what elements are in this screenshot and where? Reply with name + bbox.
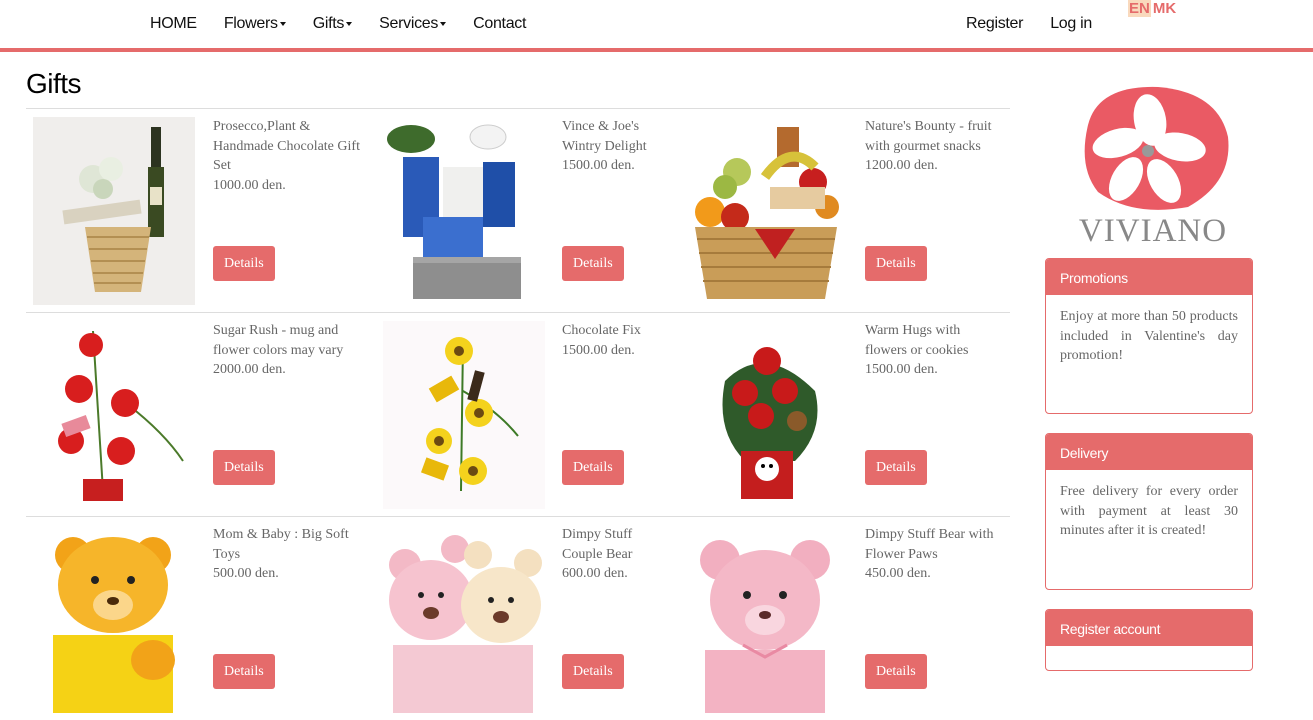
product-price: 500.00 den.: [213, 566, 279, 581]
details-button[interactable]: Details: [562, 654, 624, 689]
nav-flowers-dropdown[interactable]: Flowers: [224, 15, 286, 33]
product-row: Mom & Baby : Big Soft Toys 500.00 den. D…: [26, 517, 1010, 720]
product-price: 1200.00 den.: [865, 158, 938, 173]
register-account-title[interactable]: Register account: [1046, 610, 1252, 646]
product-row: Sugar Rush - mug and flower colors may v…: [26, 313, 1010, 517]
product-info: Warm Hugs with flowers or cookies 1500.0…: [865, 321, 1005, 380]
product-card: Dimpy Stuff Couple Bear 600.00 den. Deta…: [376, 517, 678, 720]
nav-services-label: Services: [379, 15, 439, 32]
product-price: 1000.00 den.: [213, 177, 286, 193]
product-image-chocolate-fix[interactable]: [383, 321, 545, 509]
product-image-dimpy-bear-flower-paws[interactable]: [685, 525, 847, 713]
product-name[interactable]: Vince & Joe's Wintry Delight: [562, 117, 672, 156]
product-price: 1500.00 den.: [562, 342, 635, 358]
product-card: Sugar Rush - mug and flower colors may v…: [26, 313, 376, 516]
main-nav: HOME Flowers Gifts Services Contact: [150, 0, 553, 48]
details-button[interactable]: Details: [865, 246, 927, 281]
product-name[interactable]: Nature's Bounty - fruit with gourmet sna…: [865, 117, 1005, 156]
product-info: Dimpy Stuff Couple Bear 600.00 den.: [562, 525, 672, 584]
product-info: Prosecco,Plant & Handmade Chocolate Gift…: [213, 117, 371, 195]
page-title: Gifts: [26, 68, 82, 99]
product-info: Chocolate Fix 1500.00 den.: [562, 321, 672, 360]
caret-down-icon: [279, 21, 286, 26]
nav-services-dropdown[interactable]: Services: [379, 15, 447, 33]
details-button[interactable]: Details: [562, 450, 624, 485]
language-switcher: EN MK: [1128, 0, 1176, 17]
caret-down-icon: [440, 21, 447, 26]
product-name[interactable]: Sugar Rush - mug and flower colors may v…: [213, 321, 371, 360]
product-card: Warm Hugs with flowers or cookies 1500.0…: [678, 313, 1010, 516]
product-name[interactable]: Prosecco,Plant & Handmade Chocolate Gift…: [213, 117, 371, 176]
product-info: Vince & Joe's Wintry Delight 1500.00 den…: [562, 117, 672, 176]
product-row: Prosecco,Plant & Handmade Chocolate Gift…: [26, 109, 1010, 313]
nav-gifts-dropdown[interactable]: Gifts: [312, 15, 353, 33]
product-price: 600.00 den.: [562, 566, 628, 581]
nav-gifts-label: Gifts: [312, 15, 345, 32]
delivery-text: Free delivery for every order with payme…: [1060, 484, 1238, 538]
product-card: Nature's Bounty - fruit with gourmet sna…: [678, 109, 1010, 312]
nav-home-link[interactable]: HOME: [150, 15, 197, 33]
details-button[interactable]: Details: [865, 450, 927, 485]
logo-text: VIVIANO: [1078, 213, 1228, 249]
product-card: Prosecco,Plant & Handmade Chocolate Gift…: [26, 109, 376, 312]
product-name[interactable]: Dimpy Stuff Couple Bear: [562, 525, 672, 564]
details-button[interactable]: Details: [213, 450, 275, 485]
product-card: Mom & Baby : Big Soft Toys 500.00 den. D…: [26, 517, 376, 720]
flower-logo-icon: [1084, 86, 1229, 210]
account-nav: Register Log in: [966, 0, 1119, 48]
product-name[interactable]: Chocolate Fix: [562, 321, 672, 341]
delivery-title: Delivery: [1046, 434, 1252, 470]
product-image-dimpy-couple-bear[interactable]: [383, 525, 545, 713]
register-account-panel[interactable]: Register account: [1045, 609, 1253, 671]
product-price: 2000.00 den.: [213, 362, 286, 377]
product-name[interactable]: Mom & Baby : Big Soft Toys: [213, 525, 371, 564]
product-info: Sugar Rush - mug and flower colors may v…: [213, 321, 371, 380]
product-info: Mom & Baby : Big Soft Toys 500.00 den.: [213, 525, 371, 584]
top-navbar: HOME Flowers Gifts Services Contact Regi…: [0, 0, 1313, 52]
product-image-mom-baby-soft-toys[interactable]: [33, 525, 195, 713]
promotions-title: Promotions: [1046, 259, 1252, 295]
product-card: Dimpy Stuff Bear with Flower Paws 450.00…: [678, 517, 1010, 720]
details-button[interactable]: Details: [865, 654, 927, 689]
login-link[interactable]: Log in: [1050, 15, 1092, 33]
product-card: Vince & Joe's Wintry Delight 1500.00 den…: [376, 109, 678, 312]
details-button[interactable]: Details: [562, 246, 624, 281]
nav-flowers-label: Flowers: [223, 15, 278, 32]
product-card: Chocolate Fix 1500.00 den. Details: [376, 313, 678, 516]
caret-down-icon: [346, 21, 353, 26]
nav-contact-link[interactable]: Contact: [473, 15, 526, 33]
product-grid: Prosecco,Plant & Handmade Chocolate Gift…: [26, 109, 1010, 720]
product-image-vince-joes-wintry-delight[interactable]: [383, 117, 545, 305]
product-image-prosecco-gift-set[interactable]: [33, 117, 195, 305]
details-button[interactable]: Details: [213, 654, 275, 689]
product-info: Nature's Bounty - fruit with gourmet sna…: [865, 117, 1005, 176]
register-link[interactable]: Register: [966, 15, 1023, 33]
product-price: 1500.00 den.: [865, 362, 938, 377]
product-name[interactable]: Dimpy Stuff Bear with Flower Paws: [865, 525, 1005, 564]
product-image-warm-hugs[interactable]: [685, 321, 847, 509]
promotions-panel: Promotions Enjoy at more than 50 product…: [1045, 258, 1253, 414]
product-price: 1500.00 den.: [562, 158, 635, 173]
product-image-sugar-rush[interactable]: [33, 321, 195, 509]
product-price: 450.00 den.: [865, 566, 931, 581]
delivery-panel: Delivery Free delivery for every order w…: [1045, 433, 1253, 590]
product-image-natures-bounty[interactable]: [685, 117, 847, 305]
details-button[interactable]: Details: [213, 246, 275, 281]
lang-en-link[interactable]: EN: [1128, 0, 1151, 17]
product-name[interactable]: Warm Hugs with flowers or cookies: [865, 321, 1005, 360]
lang-mk-link[interactable]: MK: [1153, 0, 1176, 17]
viviano-logo[interactable]: VIVIANO: [1068, 85, 1238, 250]
product-info: Dimpy Stuff Bear with Flower Paws 450.00…: [865, 525, 1005, 584]
promotions-text: Enjoy at more than 50 products included …: [1060, 309, 1238, 363]
